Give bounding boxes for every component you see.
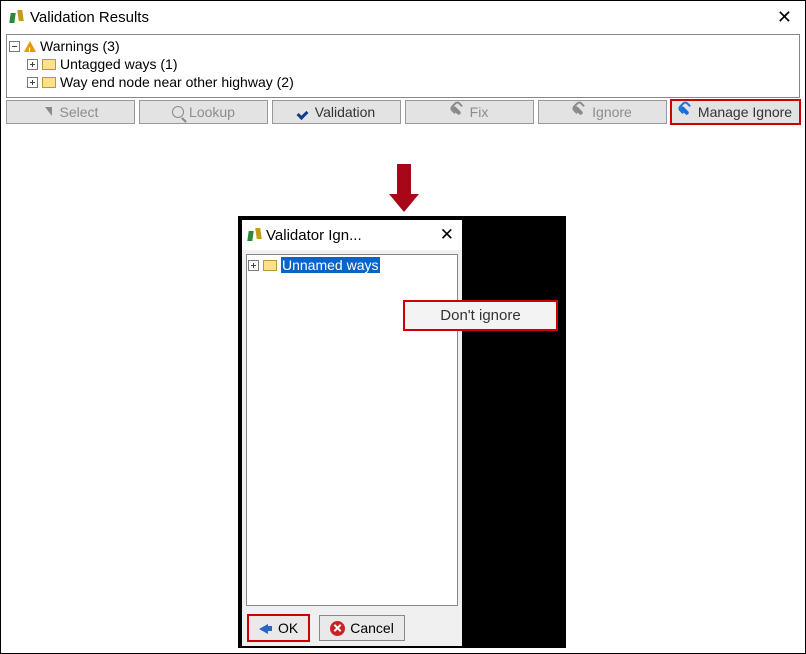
ignore-label: Ignore [592,104,632,120]
manage-ignore-button[interactable]: Manage Ignore [671,100,800,124]
tree-root-label: Warnings (3) [40,37,120,55]
arrow-down-icon [389,164,419,212]
expand-icon[interactable] [27,59,38,70]
manage-ignore-label: Manage Ignore [698,104,792,120]
tree-item-label: Way end node near other highway (2) [60,73,294,91]
tree-item[interactable]: Unnamed ways [248,256,456,274]
lookup-label: Lookup [189,104,235,120]
cursor-icon [43,106,55,118]
panel-titlebar: Validation Results ✕ [2,2,804,32]
dialog-title: Validator Ign... [266,227,362,244]
ignore-tree[interactable]: Unnamed ways Don't ignore [246,254,458,606]
collapse-icon[interactable] [9,41,20,52]
tree-root[interactable]: Warnings (3) [9,37,797,55]
app-icon [246,227,262,243]
select-label: Select [60,104,99,120]
cancel-label: Cancel [350,620,394,636]
cancel-x-icon [330,621,345,636]
close-icon[interactable]: ✕ [436,225,458,245]
context-menu-item-dont-ignore[interactable]: Don't ignore [404,301,557,330]
tree-item[interactable]: Untagged ways (1) [9,55,797,73]
context-menu: Don't ignore [403,300,558,331]
validation-label: Validation [315,104,375,120]
check-icon [298,106,310,118]
ok-button[interactable]: OK [248,615,309,641]
folder-icon [42,77,56,88]
folder-icon [42,59,56,70]
expand-icon[interactable] [27,77,38,88]
fix-button[interactable]: Fix [405,100,534,124]
dialog-buttons: OK Cancel [242,610,462,646]
wrench-icon [676,102,696,122]
warning-icon [24,41,36,52]
expand-icon[interactable] [248,260,259,271]
warnings-tree[interactable]: Warnings (3) Untagged ways (1) Way end n… [6,34,800,98]
toolbar: Select Lookup Validation Fix Ignore Mana… [6,100,800,124]
validator-ignore-dialog: Validator Ign... ✕ Unnamed ways Don't ig… [242,220,462,646]
validation-results-panel: Validation Results ✕ Warnings (3) Untagg… [2,2,804,124]
lookup-button[interactable]: Lookup [139,100,268,124]
validation-button[interactable]: Validation [272,100,401,124]
tree-item[interactable]: Way end node near other highway (2) [9,73,797,91]
fix-label: Fix [470,104,489,120]
modal-backdrop: Validator Ign... ✕ Unnamed ways Don't ig… [238,216,566,648]
tree-item-label: Untagged ways (1) [60,55,178,73]
close-icon[interactable]: ✕ [771,7,798,28]
wrench-icon [570,102,590,122]
tree-item-label: Unnamed ways [281,257,380,273]
select-button[interactable]: Select [6,100,135,124]
app-icon [8,9,24,25]
folder-icon [263,260,277,271]
panel-title: Validation Results [30,9,149,26]
ok-arrow-icon [259,621,273,635]
ok-label: OK [278,620,298,636]
wrench-icon [448,102,468,122]
cancel-button[interactable]: Cancel [319,615,405,641]
dialog-titlebar: Validator Ign... ✕ [242,220,462,250]
ignore-button[interactable]: Ignore [538,100,667,124]
magnifier-icon [172,106,184,118]
